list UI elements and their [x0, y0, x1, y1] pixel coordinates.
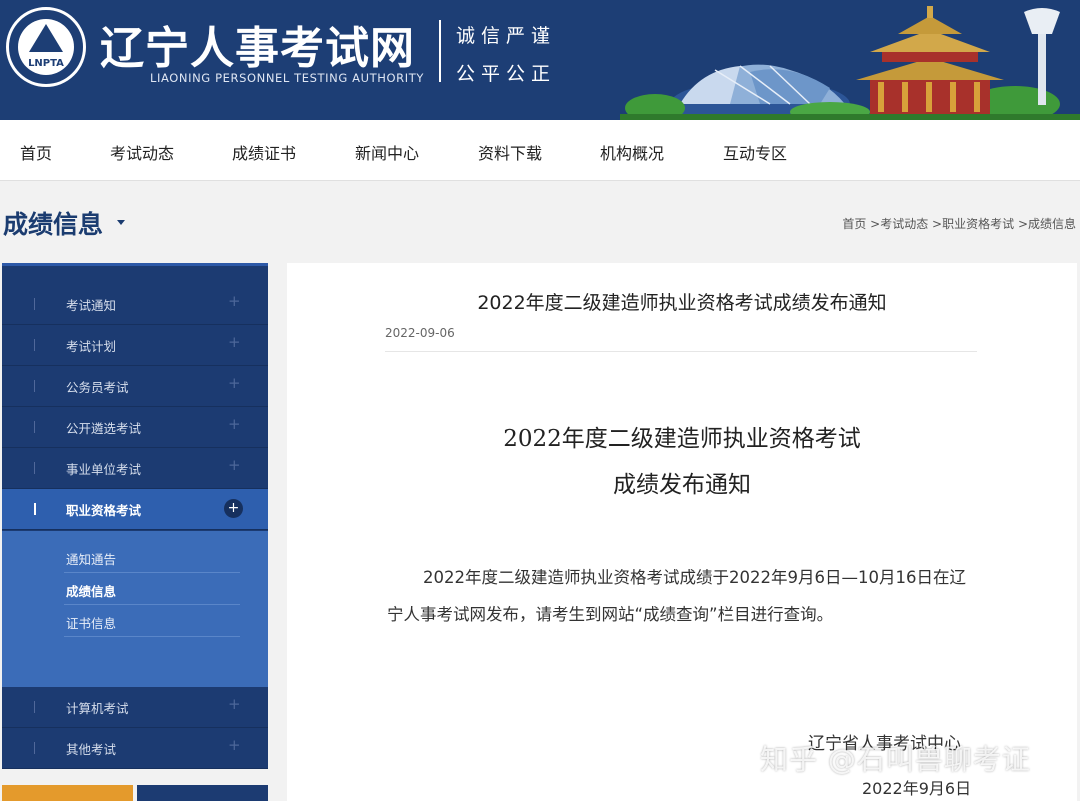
- nav-item-interaction[interactable]: 互动专区: [723, 140, 787, 164]
- nav-item-downloads[interactable]: 资料下载: [478, 140, 542, 164]
- nav-item-news-center[interactable]: 新闻中心: [355, 140, 419, 164]
- article-panel: 2022年度二级建造师执业资格考试成绩发布通知 2022-09-06 2022年…: [287, 263, 1077, 801]
- sidebar-navy-button[interactable]: [137, 785, 268, 801]
- watermark: 知乎 @石叫兽聊考证: [760, 743, 1031, 776]
- header-scenery-image: [620, 6, 1080, 120]
- submenu-item-score-info[interactable]: 成绩信息: [64, 573, 240, 605]
- breadcrumb-score-info[interactable]: >成绩信息: [1018, 217, 1076, 231]
- sidebar-item-civil-service[interactable]: 公务员考试 +: [2, 366, 268, 407]
- plus-icon[interactable]: +: [228, 292, 241, 310]
- item-marker: [34, 701, 35, 713]
- article-title: 2022年度二级建造师执业资格考试成绩发布通知: [477, 292, 887, 314]
- motto-line-1: 诚信严谨: [456, 25, 557, 47]
- header-divider: [439, 20, 441, 82]
- sidebar-item-label: 考试计划: [66, 339, 117, 354]
- item-marker: [34, 503, 36, 515]
- sidebar-orange-button[interactable]: [2, 785, 133, 801]
- item-marker: [34, 462, 35, 474]
- sidebar-item-label: 其他考试: [66, 742, 117, 757]
- motto-line-2: 公平公正: [456, 63, 557, 85]
- item-marker: [34, 421, 35, 433]
- plus-icon[interactable]: +: [228, 695, 241, 713]
- section-title[interactable]: 成绩信息: [3, 205, 103, 241]
- sidebar: 考试通知 + 考试计划 + 公务员考试 + 公开遴选考试 + 事业单位考试 + …: [2, 263, 268, 769]
- sidebar-submenu: 通知通告 成绩信息 证书信息: [2, 531, 268, 687]
- item-marker: [34, 339, 35, 351]
- submenu-item-label: 成绩信息: [66, 584, 117, 599]
- sidebar-item-other-exams[interactable]: 其他考试 +: [2, 728, 268, 769]
- logo-abbr: LNPTA: [28, 58, 64, 69]
- plus-icon[interactable]: +: [228, 333, 241, 351]
- site-logo[interactable]: LNPTA: [6, 7, 86, 87]
- article-body: 2022年度二级建造师执业资格考试成绩于2022年9月6日—10月16日在辽宁人…: [387, 568, 966, 624]
- sidebar-item-label: 公开遴选考试: [66, 421, 142, 436]
- breadcrumb-home[interactable]: 首页: [842, 217, 866, 231]
- submenu-item-notices[interactable]: 通知通告: [64, 541, 240, 573]
- site-title[interactable]: 辽宁人事考试网: [100, 12, 415, 76]
- site-subtitle: LIAONING PERSONNEL TESTING AUTHORITY: [150, 71, 424, 85]
- nav-item-exam-news[interactable]: 考试动态: [110, 140, 174, 164]
- signature-date: 2022年9月6日: [862, 779, 972, 798]
- nav-item-home[interactable]: 首页: [20, 140, 52, 164]
- submenu-item-label: 通知通告: [66, 552, 117, 567]
- submenu-item-label: 证书信息: [66, 616, 117, 631]
- article-date: 2022-09-06: [385, 326, 455, 340]
- plus-icon[interactable]: +: [228, 374, 241, 392]
- nav-item-scores-certificates[interactable]: 成绩证书: [232, 140, 296, 164]
- sidebar-item-label: 职业资格考试: [66, 503, 142, 518]
- sidebar-item-professional-qualification[interactable]: 职业资格考试 +: [2, 489, 268, 530]
- item-marker: [34, 742, 35, 754]
- sidebar-item-computer-exam[interactable]: 计算机考试 +: [2, 687, 268, 728]
- logo-triangle-icon: [29, 24, 63, 52]
- caret-down-icon[interactable]: [117, 220, 125, 225]
- nav-item-about[interactable]: 机构概况: [600, 140, 664, 164]
- plus-icon[interactable]: +: [228, 415, 241, 433]
- breadcrumb-exam-news[interactable]: >考试动态: [870, 217, 928, 231]
- breadcrumb: 首页 >考试动态 >职业资格考试 >成绩信息: [842, 215, 1076, 232]
- breadcrumb-professional-exam[interactable]: >职业资格考试: [932, 217, 1014, 231]
- document-heading-line-1: 2022年度二级建造师执业资格考试: [503, 426, 861, 452]
- plus-icon[interactable]: +: [228, 456, 241, 474]
- sidebar-item-label: 公务员考试: [66, 380, 129, 395]
- sidebar-item-label: 事业单位考试: [66, 462, 142, 477]
- sidebar-item-label: 计算机考试: [66, 701, 129, 716]
- sidebar-item-exam-plan[interactable]: 考试计划 +: [2, 325, 268, 366]
- sidebar-item-public-selection[interactable]: 公开遴选考试 +: [2, 407, 268, 448]
- sidebar-item-public-institution[interactable]: 事业单位考试 +: [2, 448, 268, 489]
- header-banner: LNPTA 辽宁人事考试网 LIAONING PERSONNEL TESTING…: [0, 0, 1080, 120]
- plus-icon[interactable]: +: [228, 736, 241, 754]
- submenu-item-certificate-info[interactable]: 证书信息: [64, 605, 240, 637]
- main-nav: 首页 考试动态 成绩证书 新闻中心 资料下载 机构概况 互动专区: [0, 120, 1080, 181]
- document-heading-line-2: 成绩发布通知: [613, 472, 751, 498]
- sidebar-item-exam-notice[interactable]: 考试通知 +: [2, 284, 268, 325]
- sidebar-item-label: 考试通知: [66, 298, 117, 313]
- item-marker: [34, 380, 35, 392]
- plus-circle-icon[interactable]: +: [224, 499, 243, 518]
- title-divider: [385, 351, 977, 352]
- item-marker: [34, 298, 35, 310]
